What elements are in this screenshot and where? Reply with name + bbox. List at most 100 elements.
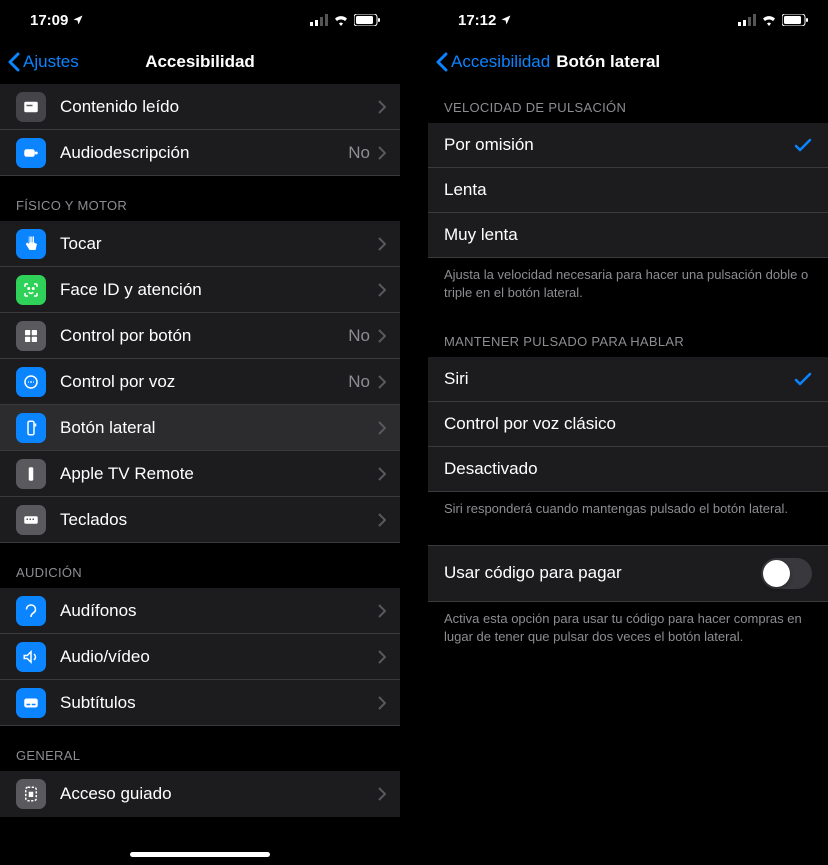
audio-video-icon <box>16 642 46 672</box>
row-contenido-leido[interactable]: Contenido leído <box>0 84 400 130</box>
chevron-right-icon <box>378 604 386 618</box>
row-control-boton[interactable]: Control por botón No <box>0 313 400 359</box>
status-bar: 17:12 <box>428 0 828 40</box>
chevron-right-icon <box>378 237 386 251</box>
toggle-switch[interactable] <box>761 558 812 589</box>
row-por-omision[interactable]: Por omisión <box>428 123 828 168</box>
audio-description-icon <box>16 138 46 168</box>
voice-control-icon <box>16 367 46 397</box>
cellular-icon <box>738 14 756 26</box>
back-button[interactable]: Accesibilidad <box>436 52 550 72</box>
row-siri[interactable]: Siri <box>428 357 828 402</box>
row-label: Face ID y atención <box>60 280 378 300</box>
keyboard-icon <box>16 505 46 535</box>
row-desactivado[interactable]: Desactivado <box>428 447 828 492</box>
status-time: 17:12 <box>458 12 496 29</box>
row-label: Subtítulos <box>60 693 378 713</box>
row-label: Muy lenta <box>444 225 518 245</box>
remote-icon <box>16 459 46 489</box>
status-icons <box>738 14 808 26</box>
screen-side-button: 17:12 Accesibilidad Botón lateral VELOCI… <box>414 0 828 865</box>
chevron-right-icon <box>378 329 386 343</box>
screen-accessibility: 17:09 Ajustes Accesibilidad Contenido le… <box>0 0 414 865</box>
row-label: Apple TV Remote <box>60 464 378 484</box>
row-lenta[interactable]: Lenta <box>428 168 828 213</box>
section-header-audicion: AUDICIÓN <box>0 543 400 588</box>
section-footer: Siri responderá cuando mantengas pulsado… <box>428 492 828 534</box>
back-label: Ajustes <box>23 52 79 72</box>
row-label: Acceso guiado <box>60 784 378 804</box>
section-footer: Ajusta la velocidad necesaria para hacer… <box>428 258 828 318</box>
checkmark-icon <box>794 137 812 153</box>
row-label: Audio/vídeo <box>60 647 378 667</box>
row-label: Siri <box>444 369 469 389</box>
chevron-right-icon <box>378 375 386 389</box>
row-label: Audífonos <box>60 601 378 621</box>
row-label: Control por botón <box>60 326 348 346</box>
touch-icon <box>16 229 46 259</box>
content-read-icon <box>16 92 46 122</box>
section-header-fisico: FÍSICO Y MOTOR <box>0 176 400 221</box>
row-label: Desactivado <box>444 459 538 479</box>
chevron-right-icon <box>378 421 386 435</box>
row-label: Lenta <box>444 180 487 200</box>
nav-bar: Accesibilidad Botón lateral <box>428 40 828 84</box>
chevron-right-icon <box>378 100 386 114</box>
checkmark-icon <box>794 371 812 387</box>
row-label: Teclados <box>60 510 378 530</box>
row-acceso-guiado[interactable]: Acceso guiado <box>0 771 400 817</box>
status-bar: 17:09 <box>0 0 400 40</box>
settings-list[interactable]: Contenido leído Audiodescripción No FÍSI… <box>0 84 400 865</box>
row-audio-video[interactable]: Audio/vídeo <box>0 634 400 680</box>
back-button[interactable]: Ajustes <box>8 52 79 72</box>
row-control-voz-clasico[interactable]: Control por voz clásico <box>428 402 828 447</box>
chevron-right-icon <box>378 787 386 801</box>
row-tocar[interactable]: Tocar <box>0 221 400 267</box>
location-icon <box>500 14 512 26</box>
row-value: No <box>348 143 370 163</box>
section-header-general: GENERAL <box>0 726 400 771</box>
row-label: Control por voz <box>60 372 348 392</box>
row-muy-lenta[interactable]: Muy lenta <box>428 213 828 258</box>
section-header-mantener: MANTENER PULSADO PARA HABLAR <box>428 318 828 357</box>
row-apple-tv-remote[interactable]: Apple TV Remote <box>0 451 400 497</box>
switch-control-icon <box>16 321 46 351</box>
status-icons <box>310 14 380 26</box>
guided-access-icon <box>16 779 46 809</box>
subtitles-icon <box>16 688 46 718</box>
side-button-icon <box>16 413 46 443</box>
cellular-icon <box>310 14 328 26</box>
toggle-knob <box>763 560 790 587</box>
chevron-left-icon <box>8 52 20 72</box>
row-label: Botón lateral <box>60 418 378 438</box>
wifi-icon <box>761 14 777 26</box>
settings-list[interactable]: VELOCIDAD DE PULSACIÓN Por omisión Lenta… <box>428 84 828 865</box>
row-label: Tocar <box>60 234 378 254</box>
row-control-voz[interactable]: Control por voz No <box>0 359 400 405</box>
section-footer: Activa esta opción para usar tu código p… <box>428 602 828 662</box>
battery-icon <box>782 14 808 26</box>
row-subtitulos[interactable]: Subtítulos <box>0 680 400 726</box>
row-value: No <box>348 372 370 392</box>
location-icon <box>72 14 84 26</box>
wifi-icon <box>333 14 349 26</box>
row-label: Contenido leído <box>60 97 378 117</box>
chevron-right-icon <box>378 696 386 710</box>
row-label: Por omisión <box>444 135 534 155</box>
row-value: No <box>348 326 370 346</box>
row-audifonos[interactable]: Audífonos <box>0 588 400 634</box>
row-faceid[interactable]: Face ID y atención <box>0 267 400 313</box>
status-time: 17:09 <box>30 12 68 29</box>
row-label: Usar código para pagar <box>444 563 622 583</box>
chevron-right-icon <box>378 467 386 481</box>
row-usar-codigo-pagar[interactable]: Usar código para pagar <box>428 545 828 602</box>
row-teclados[interactable]: Teclados <box>0 497 400 543</box>
row-boton-lateral[interactable]: Botón lateral <box>0 405 400 451</box>
home-indicator[interactable] <box>130 852 270 857</box>
row-label: Control por voz clásico <box>444 414 616 434</box>
chevron-right-icon <box>378 146 386 160</box>
row-label: Audiodescripción <box>60 143 348 163</box>
row-audiodescripcion[interactable]: Audiodescripción No <box>0 130 400 176</box>
chevron-left-icon <box>436 52 448 72</box>
nav-bar: Ajustes Accesibilidad <box>0 40 400 84</box>
